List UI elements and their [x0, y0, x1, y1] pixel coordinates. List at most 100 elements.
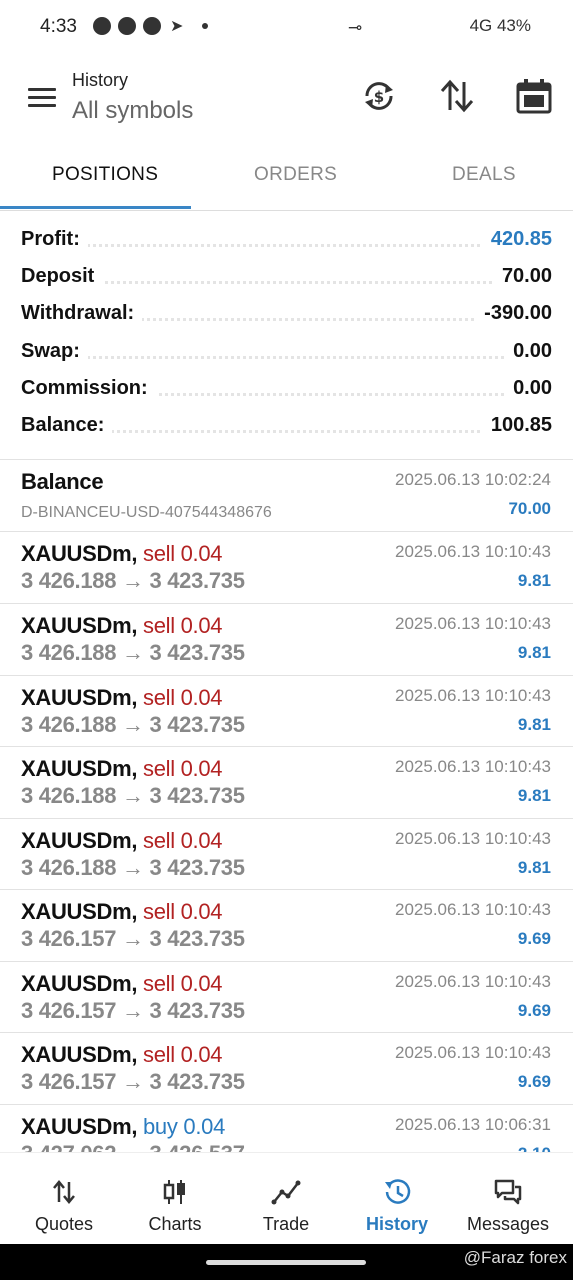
nav-label: Trade — [262, 1214, 310, 1234]
nav-quotes[interactable]: Quotes — [7, 1153, 121, 1245]
deal-title: XAUUSDm, sell 0.04 — [21, 756, 223, 782]
deal-profit: 9.81 — [517, 715, 551, 734]
notification-icon — [93, 17, 111, 35]
tab-bar: POSITIONS ORDERS DEALS — [0, 150, 573, 211]
deal-profit: 9.81 — [517, 571, 551, 590]
more-notifications-icon — [202, 23, 208, 29]
tab-indicator — [0, 206, 191, 209]
deal-side: sell 0.04 — [143, 756, 223, 781]
deal-symbol: XAUUSDm, — [21, 685, 138, 710]
list-item[interactable]: XAUUSDm, sell 0.04 3 426.188 → 3 423.735… — [0, 604, 573, 675]
summary-row-profit: Profit: 420.85 — [21, 222, 552, 258]
page-title: History — [72, 70, 129, 90]
status-bar: 4:33 ➤ ⊸ 4G 43% — [0, 0, 573, 56]
deal-time: 2025.06.13 10:10:43 — [395, 829, 551, 848]
summary-value: -390.00 — [476, 302, 552, 325]
summary-label: Withdrawal: — [21, 302, 143, 325]
summary-row-commission: Commission: 0.00 — [21, 371, 552, 407]
deal-symbol: XAUUSDm, — [21, 613, 138, 638]
trade-icon — [271, 1180, 301, 1205]
deal-prices: 3 426.188 → 3 423.735 — [21, 640, 245, 665]
deal-symbol: XAUUSDm, — [21, 1042, 138, 1067]
summary-label: Balance: — [21, 414, 113, 437]
list-item[interactable]: XAUUSDm, sell 0.04 3 426.157 → 3 423.735… — [0, 962, 573, 1033]
nav-charts[interactable]: Charts — [118, 1153, 232, 1245]
balance-entry[interactable]: Balance D-BINANCEU-USD-407544348676 2025… — [0, 460, 573, 531]
deal-symbol: XAUUSDm, — [21, 1114, 138, 1139]
summary-label: Swap: — [21, 340, 88, 363]
deal-title: XAUUSDm, sell 0.04 — [21, 541, 223, 567]
deal-profit: 9.81 — [517, 643, 551, 662]
list-item[interactable]: XAUUSDm, sell 0.04 3 426.157 → 3 423.735… — [0, 890, 573, 961]
list-item[interactable]: XAUUSDm, sell 0.04 3 426.188 → 3 423.735… — [0, 819, 573, 890]
summary-value: 0.00 — [505, 377, 552, 400]
entry-title: Balance — [21, 469, 104, 494]
svg-text:$: $ — [374, 88, 384, 106]
summary-row-withdrawal: Withdrawal: -390.00 — [21, 296, 552, 332]
list-item[interactable]: XAUUSDm, sell 0.04 3 426.188 → 3 423.735… — [0, 676, 573, 747]
summary-row-swap: Swap: 0.00 — [21, 334, 552, 370]
entry-amount: 70.00 — [508, 499, 551, 518]
bottom-navigation: Quotes Charts Trade History Messages — [0, 1152, 573, 1245]
home-handle[interactable] — [206, 1260, 366, 1265]
tab-positions[interactable]: POSITIONS — [52, 164, 158, 186]
summary-label: Deposit — [21, 265, 103, 288]
deal-prices: 3 426.157 → 3 423.735 — [21, 1069, 245, 1094]
telegram-icon — [143, 17, 161, 35]
deal-symbol: XAUUSDm, — [21, 971, 138, 996]
nav-label: Charts — [148, 1214, 202, 1234]
sort-icon[interactable] — [437, 76, 477, 116]
tab-orders[interactable]: ORDERS — [254, 164, 337, 186]
list-item[interactable]: XAUUSDm, sell 0.04 3 426.188 → 3 423.735… — [0, 747, 573, 818]
deal-side: sell 0.04 — [143, 613, 223, 638]
summary-label: Profit: — [21, 228, 88, 251]
deal-side: buy 0.04 — [143, 1114, 226, 1139]
deal-time: 2025.06.13 10:10:43 — [395, 614, 551, 633]
deal-prices: 3 426.188 → 3 423.735 — [21, 783, 245, 808]
entry-time: 2025.06.13 10:02:24 — [395, 470, 551, 489]
deal-prices: 3 426.157 → 3 423.735 — [21, 998, 245, 1023]
status-time: 4:33 — [40, 16, 77, 37]
system-navigation-bar: @Faraz forex — [0, 1244, 573, 1280]
deal-side: sell 0.04 — [143, 685, 223, 710]
deal-profit: 9.69 — [517, 1072, 551, 1091]
menu-icon[interactable] — [28, 88, 56, 108]
nav-messages[interactable]: Messages — [451, 1153, 565, 1245]
deal-profit: 9.69 — [517, 929, 551, 948]
watermark: @Faraz forex — [463, 1248, 567, 1267]
app-bar: History All symbols $ — [0, 56, 573, 156]
deal-title: XAUUSDm, sell 0.04 — [21, 971, 223, 997]
deal-side: sell 0.04 — [143, 899, 223, 924]
nav-label: History — [365, 1214, 428, 1234]
calendar-icon[interactable] — [514, 76, 554, 116]
deal-prices: 3 426.188 → 3 423.735 — [21, 568, 245, 593]
summary-row-deposit: Deposit 70.00 — [21, 259, 552, 295]
nav-history[interactable]: History — [340, 1153, 454, 1245]
nav-label: Quotes — [34, 1214, 94, 1234]
deal-side: sell 0.04 — [143, 541, 223, 566]
history-icon — [385, 1179, 411, 1204]
deal-time: 2025.06.13 10:10:43 — [395, 900, 551, 919]
sync-icon[interactable]: $ — [359, 76, 399, 116]
summary-label: Commission: — [21, 377, 156, 400]
deal-prices: 3 426.188 → 3 423.735 — [21, 855, 245, 880]
charts-icon — [163, 1180, 185, 1204]
account-id: D-BINANCEU-USD-407544348676 — [21, 504, 272, 521]
deal-title: XAUUSDm, buy 0.04 — [21, 1114, 225, 1140]
messages-icon — [494, 1179, 522, 1205]
deal-symbol: XAUUSDm, — [21, 899, 138, 924]
tab-deals[interactable]: DEALS — [452, 164, 516, 186]
summary-value: 0.00 — [505, 340, 552, 363]
deal-time: 2025.06.13 10:10:43 — [395, 686, 551, 705]
list-item[interactable]: XAUUSDm, sell 0.04 3 426.188 → 3 423.735… — [0, 532, 573, 603]
list-item[interactable]: XAUUSDm, sell 0.04 3 426.157 → 3 423.735… — [0, 1033, 573, 1104]
deal-prices: 3 426.157 → 3 423.735 — [21, 926, 245, 951]
nav-trade[interactable]: Trade — [229, 1153, 343, 1245]
deal-time: 2025.06.13 10:10:43 — [395, 1043, 551, 1062]
deal-side: sell 0.04 — [143, 971, 223, 996]
deal-symbol: XAUUSDm, — [21, 756, 138, 781]
deal-title: XAUUSDm, sell 0.04 — [21, 1042, 223, 1068]
symbol-filter[interactable]: All symbols — [72, 97, 193, 125]
nav-label: Messages — [466, 1214, 550, 1234]
telegram-icon: ➤ — [170, 18, 184, 35]
